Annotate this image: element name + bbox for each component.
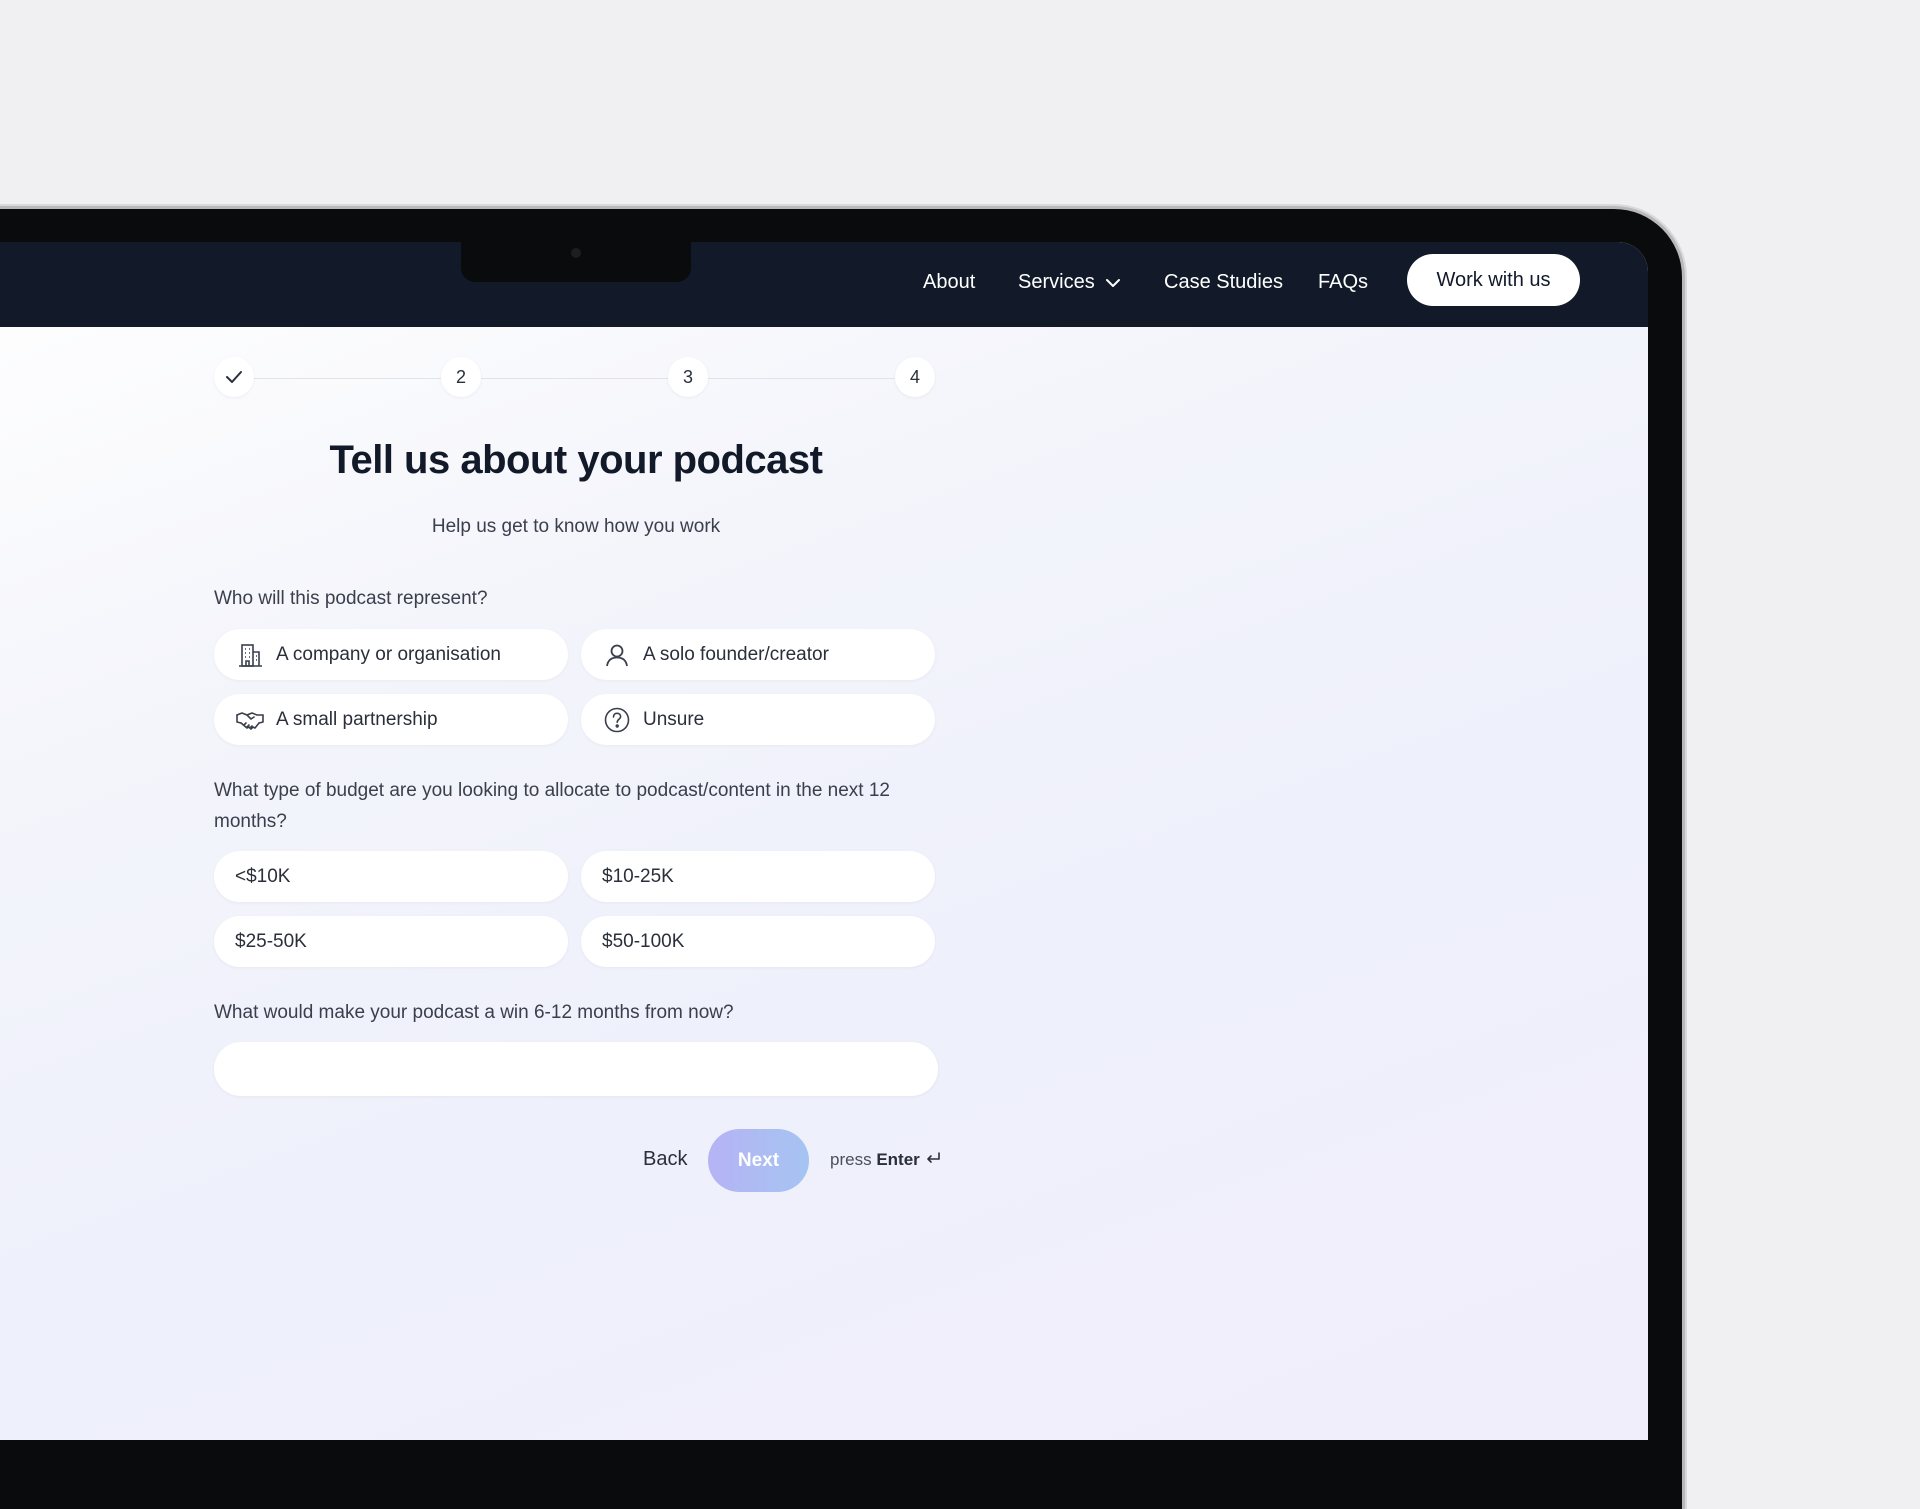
step-2: 2 [441, 357, 481, 397]
person-icon [602, 640, 632, 670]
checkmark-icon [226, 371, 242, 383]
question-icon [602, 705, 632, 735]
enter-hint-key: Enter [876, 1150, 920, 1169]
nav-services-label: Services [1018, 271, 1095, 293]
enter-hint: press Enter [830, 1150, 941, 1170]
option-solo-founder[interactable]: A solo founder/creator [581, 629, 935, 680]
question-win-label: What would make your podcast a win 6-12 … [214, 1002, 734, 1023]
step-1-completed [214, 357, 254, 397]
step-connector [481, 378, 668, 379]
handshake-icon [235, 705, 265, 735]
camera-notch [461, 238, 691, 282]
nav-faqs[interactable]: FAQs [1318, 268, 1368, 296]
option-unsure[interactable]: Unsure [581, 694, 935, 745]
step-3: 3 [668, 357, 708, 397]
page-subtitle: Help us get to know how you work [431, 516, 721, 537]
page-title: Tell us about your podcast [329, 438, 823, 482]
option-budget-25-50k[interactable]: $25-50K [214, 916, 568, 967]
camera-icon [571, 248, 581, 258]
option-solo-founder-label: A solo founder/creator [643, 643, 829, 665]
option-company[interactable]: A company or organisation [214, 629, 568, 680]
building-icon [235, 640, 265, 670]
step-connector [254, 378, 441, 379]
question-budget-label: What type of budget are you looking to a… [214, 780, 891, 832]
laptop-screen: About Services Case Studies FAQs Work wi… [0, 242, 1648, 1440]
work-with-us-button[interactable]: Work with us [1407, 254, 1580, 306]
nav-case-studies[interactable]: Case Studies [1164, 268, 1283, 296]
option-unsure-label: Unsure [643, 708, 705, 730]
chevron-down-icon [1105, 278, 1120, 287]
enter-hint-prefix: press [830, 1150, 872, 1169]
option-partnership-label: A small partnership [276, 708, 438, 730]
option-budget-50-100k[interactable]: $50-100K [581, 916, 935, 967]
nav-about[interactable]: About [923, 268, 975, 296]
option-budget-10-25k[interactable]: $10-25K [581, 851, 935, 902]
enter-key-icon [926, 1152, 940, 1163]
back-button[interactable]: Back [643, 1148, 687, 1171]
question-represent-label: Who will this podcast represent? [214, 588, 488, 609]
top-navbar: About Services Case Studies FAQs Work wi… [0, 242, 1648, 327]
next-button[interactable]: Next [708, 1129, 809, 1192]
step-4: 4 [895, 357, 935, 397]
win-answer-input[interactable] [214, 1042, 938, 1096]
option-budget-under-10k[interactable]: <$10K [214, 851, 568, 902]
option-company-label: A company or organisation [276, 643, 501, 665]
step-connector [708, 378, 895, 379]
nav-services[interactable]: Services [1018, 268, 1121, 296]
option-partnership[interactable]: A small partnership [214, 694, 568, 745]
